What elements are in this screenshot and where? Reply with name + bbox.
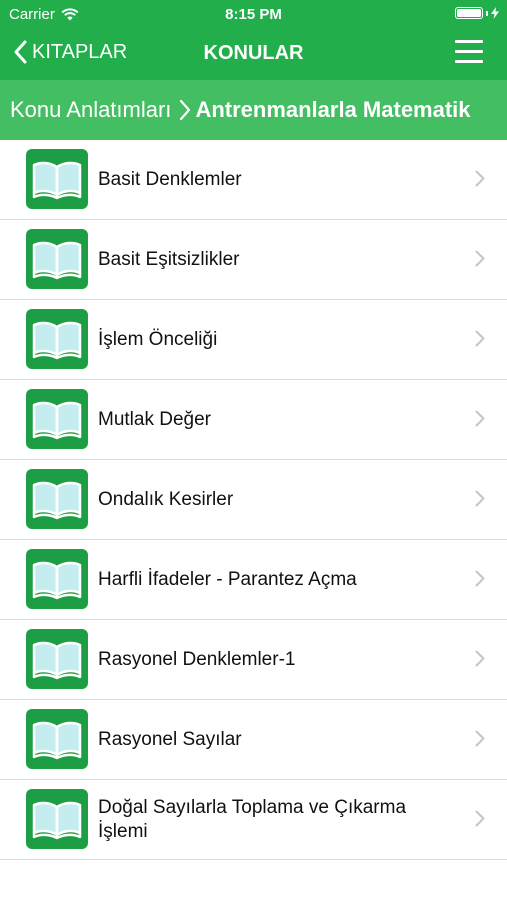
book-icon bbox=[26, 309, 88, 369]
list-item[interactable]: Ondalık Kesirler bbox=[0, 460, 507, 540]
chevron-right-icon bbox=[475, 330, 485, 347]
book-icon bbox=[26, 709, 88, 769]
book-icon bbox=[26, 549, 88, 609]
chevron-right-icon bbox=[475, 490, 485, 507]
book-icon bbox=[26, 789, 88, 849]
book-icon bbox=[26, 629, 88, 689]
header: Carrier 8:15 PM KITAPLAR KONULAR bbox=[0, 0, 507, 80]
book-icon bbox=[26, 149, 88, 209]
list-item[interactable]: Mutlak Değer bbox=[0, 380, 507, 460]
menu-icon[interactable] bbox=[455, 40, 483, 66]
list-item[interactable]: Basit Denklemler bbox=[0, 140, 507, 220]
list-item-label: Harfli İfadeler - Parantez Açma bbox=[98, 568, 357, 590]
status-time: 8:15 PM bbox=[225, 6, 282, 23]
charging-bolt-icon bbox=[491, 7, 499, 19]
book-icon bbox=[26, 229, 88, 289]
book-icon bbox=[26, 389, 88, 449]
breadcrumb: Konu Anlatımları Antrenmanlarla Matemati… bbox=[0, 80, 507, 140]
chevron-right-icon bbox=[179, 99, 191, 121]
list-item-label: Rasyonel Sayılar bbox=[98, 728, 242, 750]
list-item-label: Basit Eşitsizlikler bbox=[98, 248, 240, 270]
chevron-right-icon bbox=[475, 410, 485, 427]
list-item[interactable]: İşlem Önceliği bbox=[0, 300, 507, 380]
list-item-label: Basit Denklemler bbox=[98, 168, 242, 190]
list-item[interactable]: Harfli İfadeler - Parantez Açma bbox=[0, 540, 507, 620]
navbar: KITAPLAR KONULAR bbox=[0, 28, 507, 80]
back-button-label: KITAPLAR bbox=[32, 40, 128, 63]
chevron-right-icon bbox=[475, 570, 485, 587]
book-icon bbox=[26, 469, 88, 529]
list-item[interactable]: Basit Eşitsizlikler bbox=[0, 220, 507, 300]
list-item-label: Ondalık Kesirler bbox=[98, 488, 234, 510]
battery-icon bbox=[455, 7, 499, 19]
list-item-label: İşlem Önceliği bbox=[98, 328, 218, 350]
list-item[interactable]: Rasyonel Denklemler-1 bbox=[0, 620, 507, 700]
chevron-right-icon bbox=[475, 730, 485, 747]
list-item[interactable]: Doğal Sayılarla Toplama ve Çıkarma İşlem… bbox=[0, 780, 507, 860]
breadcrumb-parent[interactable]: Konu Anlatımları bbox=[10, 97, 171, 123]
chevron-right-icon bbox=[475, 650, 485, 667]
chevron-right-icon bbox=[475, 250, 485, 267]
back-button[interactable]: KITAPLAR bbox=[14, 40, 127, 64]
list-item[interactable]: Rasyonel Sayılar bbox=[0, 700, 507, 780]
breadcrumb-current: Antrenmanlarla Matematik bbox=[195, 97, 471, 122]
status-bar: Carrier 8:15 PM bbox=[0, 0, 507, 28]
list-item-label: Doğal Sayılarla Toplama ve Çıkarma İşlem… bbox=[98, 796, 407, 842]
chevron-left-icon bbox=[14, 40, 27, 64]
list-item-label: Rasyonel Denklemler-1 bbox=[98, 648, 296, 670]
list-item-label: Mutlak Değer bbox=[98, 408, 211, 430]
chevron-right-icon bbox=[475, 810, 485, 827]
topic-list: Basit Denklemler Basit Eşitsizlikler İşl… bbox=[0, 140, 507, 860]
chevron-right-icon bbox=[475, 170, 485, 187]
